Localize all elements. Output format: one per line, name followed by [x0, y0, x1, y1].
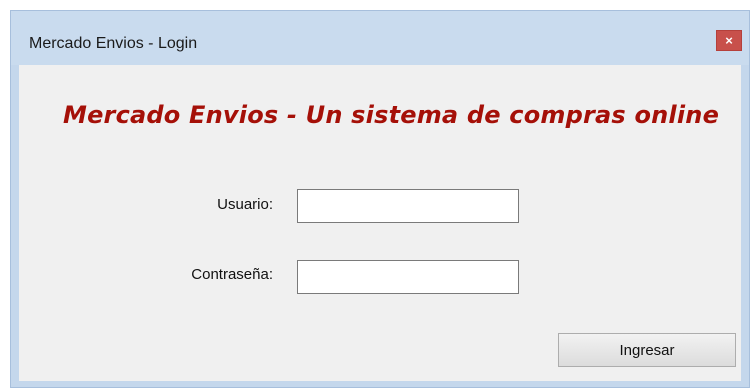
form-heading: Mercado Envios - Un sistema de compras o…: [63, 101, 720, 129]
password-field[interactable]: [297, 260, 519, 294]
password-label: Contraseña:: [191, 266, 273, 283]
close-icon: ×: [725, 33, 733, 48]
close-button[interactable]: ×: [716, 30, 742, 51]
title-bar[interactable]: Mercado Envios - Login ×: [11, 11, 749, 65]
window-title: Mercado Envios - Login: [29, 35, 198, 52]
login-button[interactable]: Ingresar: [558, 333, 736, 367]
username-label: Usuario:: [217, 196, 273, 213]
username-field[interactable]: [297, 189, 519, 223]
login-form: Mercado Envios - Un sistema de compras o…: [19, 65, 741, 381]
login-window: Mercado Envios - Login × Mercado Envios …: [10, 10, 750, 388]
